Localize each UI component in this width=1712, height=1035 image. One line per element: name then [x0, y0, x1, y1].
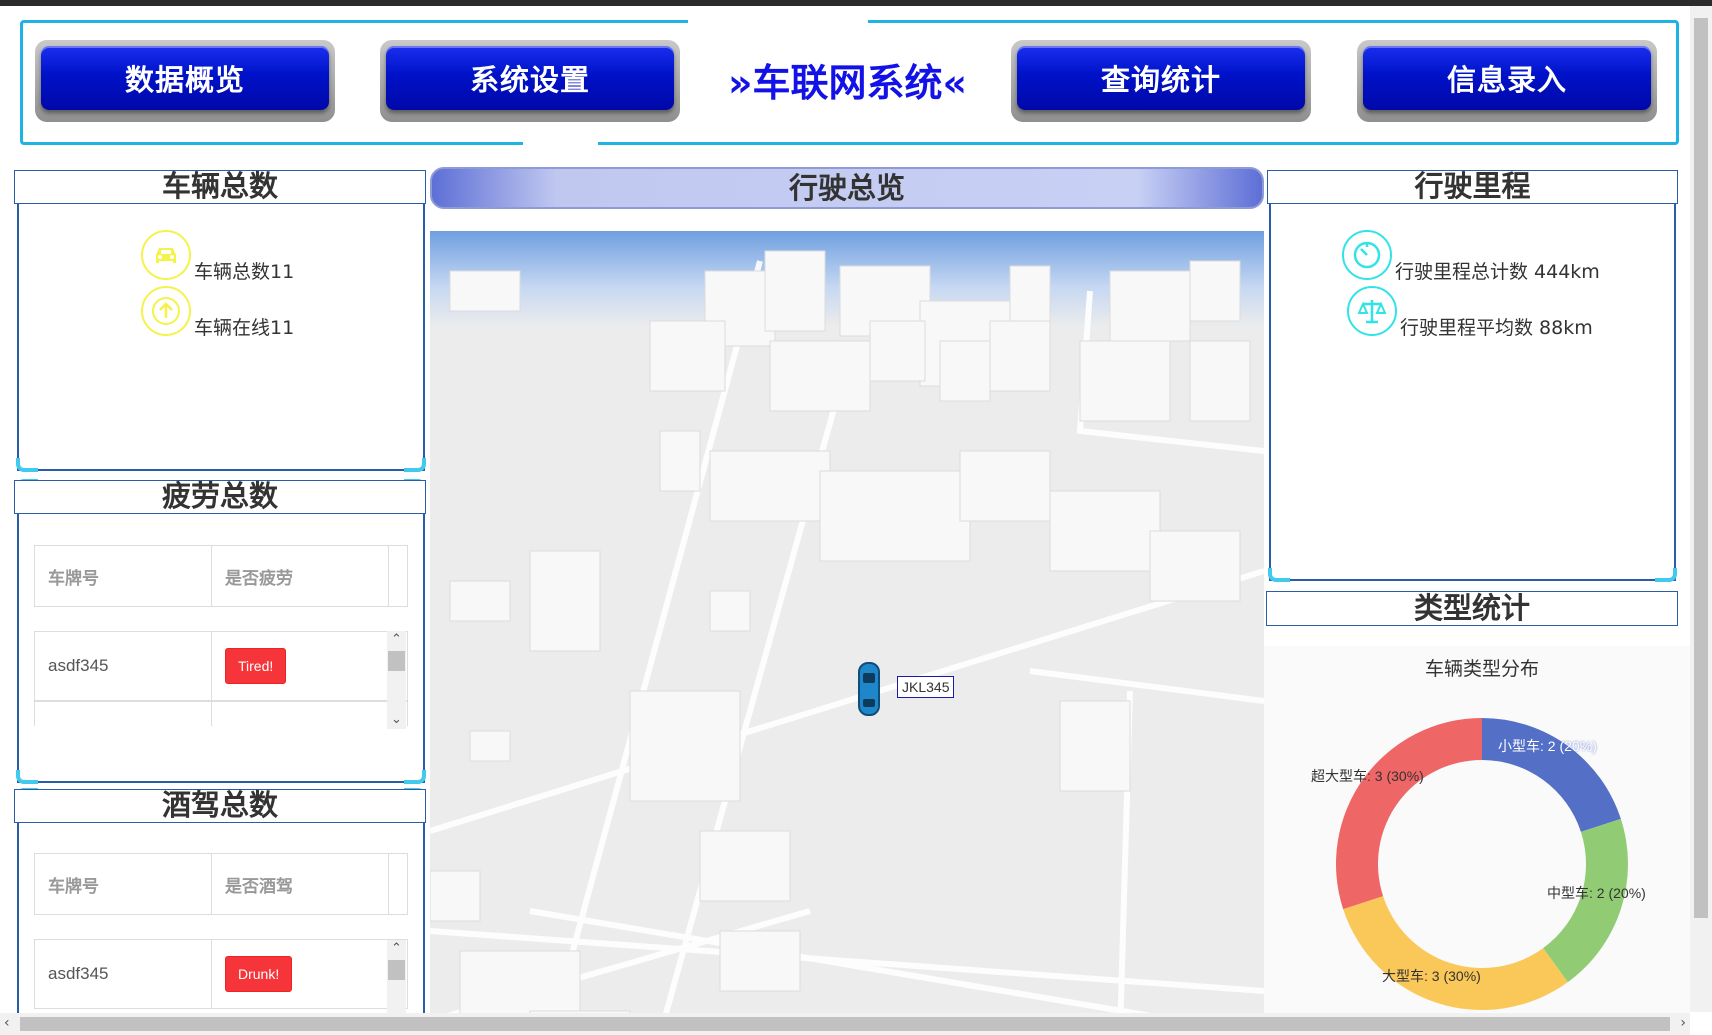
nav-button-label: 信息录入 — [1363, 46, 1651, 110]
vehicle-marker-label[interactable]: JKL345 — [897, 676, 955, 698]
pie-slice-label: 超大型车: 3 (30%) — [1311, 768, 1424, 784]
timer-icon — [1342, 230, 1392, 280]
page-horizontal-scrollbar[interactable]: ‹ › — [0, 1013, 1690, 1035]
nav-data-overview-button[interactable]: 数据概览 — [35, 40, 335, 122]
drunk-badge: Drunk! — [225, 956, 293, 992]
balance-scale-icon — [1347, 286, 1397, 336]
scroll-left-icon[interactable]: ‹ — [4, 1015, 10, 1031]
overview-title: 行驶总览 — [430, 167, 1264, 209]
nav-query-stats-button[interactable]: 查询统计 — [1011, 40, 1311, 122]
table-header: 车牌号 是否疲劳 — [34, 545, 408, 607]
nav-button-label: 数据概览 — [41, 46, 329, 110]
type-stats-title: 类型统计 — [1266, 591, 1678, 626]
car-icon — [141, 230, 191, 280]
mileage-title: 行驶里程 — [1267, 170, 1678, 204]
page: 数据概览 系统设置 »车联网系统« 查询统计 信息录入 车辆总数 车辆总数11 … — [0, 6, 1712, 1035]
scroll-down-icon[interactable]: ⌄ — [387, 711, 406, 729]
vehicle-online-label: 车辆在线11 — [194, 317, 295, 339]
scroll-right-icon[interactable]: › — [1680, 1015, 1686, 1031]
mileage-total-stat: 行驶里程总计数 444km — [1342, 230, 1600, 283]
status-cell: Drunk! — [212, 940, 389, 1008]
vehicle-total-label: 车辆总数11 — [194, 261, 295, 283]
pie-slice-label: 中型车: 2 (20%) — [1547, 885, 1646, 901]
plate-cell: asdf345 — [35, 632, 212, 700]
fatigue-title: 疲劳总数 — [14, 480, 426, 514]
pie-slice-label: 大型车: 3 (30%) — [1382, 968, 1481, 984]
nav-info-entry-button[interactable]: 信息录入 — [1357, 40, 1657, 122]
drunk-title: 酒驾总数 — [14, 789, 426, 823]
vehicle-online-stat: 车辆在线11 — [141, 286, 294, 339]
vehicle-marker[interactable] — [858, 662, 880, 716]
column-header: 是否疲劳 — [212, 546, 389, 606]
fatigue-table: 车牌号 是否疲劳 asdf345 Tired! — [34, 545, 408, 726]
map-view[interactable]: JKL345 — [430, 231, 1264, 1035]
mileage-total-label: 行驶里程总计数 444km — [1395, 261, 1600, 283]
page-vertical-scrollbar[interactable] — [1690, 6, 1712, 1012]
table-row: asdf345 Tired! — [34, 631, 408, 701]
column-header: 是否酒驾 — [212, 854, 389, 914]
drunk-table-scrollbar[interactable]: ⌃ — [387, 940, 406, 1019]
upload-icon — [141, 286, 191, 336]
tired-badge: Tired! — [225, 648, 287, 684]
status-cell: Tired! — [212, 632, 389, 700]
fatigue-table-scrollbar[interactable]: ⌃ ⌄ — [387, 631, 406, 729]
column-header: 车牌号 — [35, 854, 212, 914]
plate-cell: asdf345 — [35, 940, 212, 1008]
nav-system-settings-button[interactable]: 系统设置 — [380, 40, 680, 122]
scroll-up-icon[interactable]: ⌃ — [387, 940, 406, 958]
nav-button-label: 系统设置 — [386, 46, 674, 110]
vehicle-total-stat: 车辆总数11 — [141, 230, 294, 283]
pie-slice-4[interactable] — [1336, 718, 1482, 910]
map-canvas — [430, 231, 1264, 1035]
vehicle-total-title: 车辆总数 — [14, 170, 426, 204]
mileage-avg-label: 行驶里程平均数 88km — [1400, 317, 1593, 339]
table-row: asdf345 Drunk! — [34, 939, 408, 1009]
mileage-avg-stat: 行驶里程平均数 88km — [1347, 286, 1593, 339]
table-header: 车牌号 是否酒驾 — [34, 853, 408, 915]
pie-slice-label: 小型车: 2 (20%) — [1498, 738, 1597, 754]
nav-button-label: 查询统计 — [1017, 46, 1305, 110]
app-title: »车联网系统« — [727, 61, 968, 105]
table-row-partial — [34, 701, 408, 726]
pie-slice-3[interactable] — [1343, 896, 1568, 1010]
column-header: 车牌号 — [35, 546, 212, 606]
drunk-table: 车牌号 是否酒驾 asdf345 Drunk! — [34, 853, 408, 1009]
scroll-up-icon[interactable]: ⌃ — [387, 631, 406, 649]
